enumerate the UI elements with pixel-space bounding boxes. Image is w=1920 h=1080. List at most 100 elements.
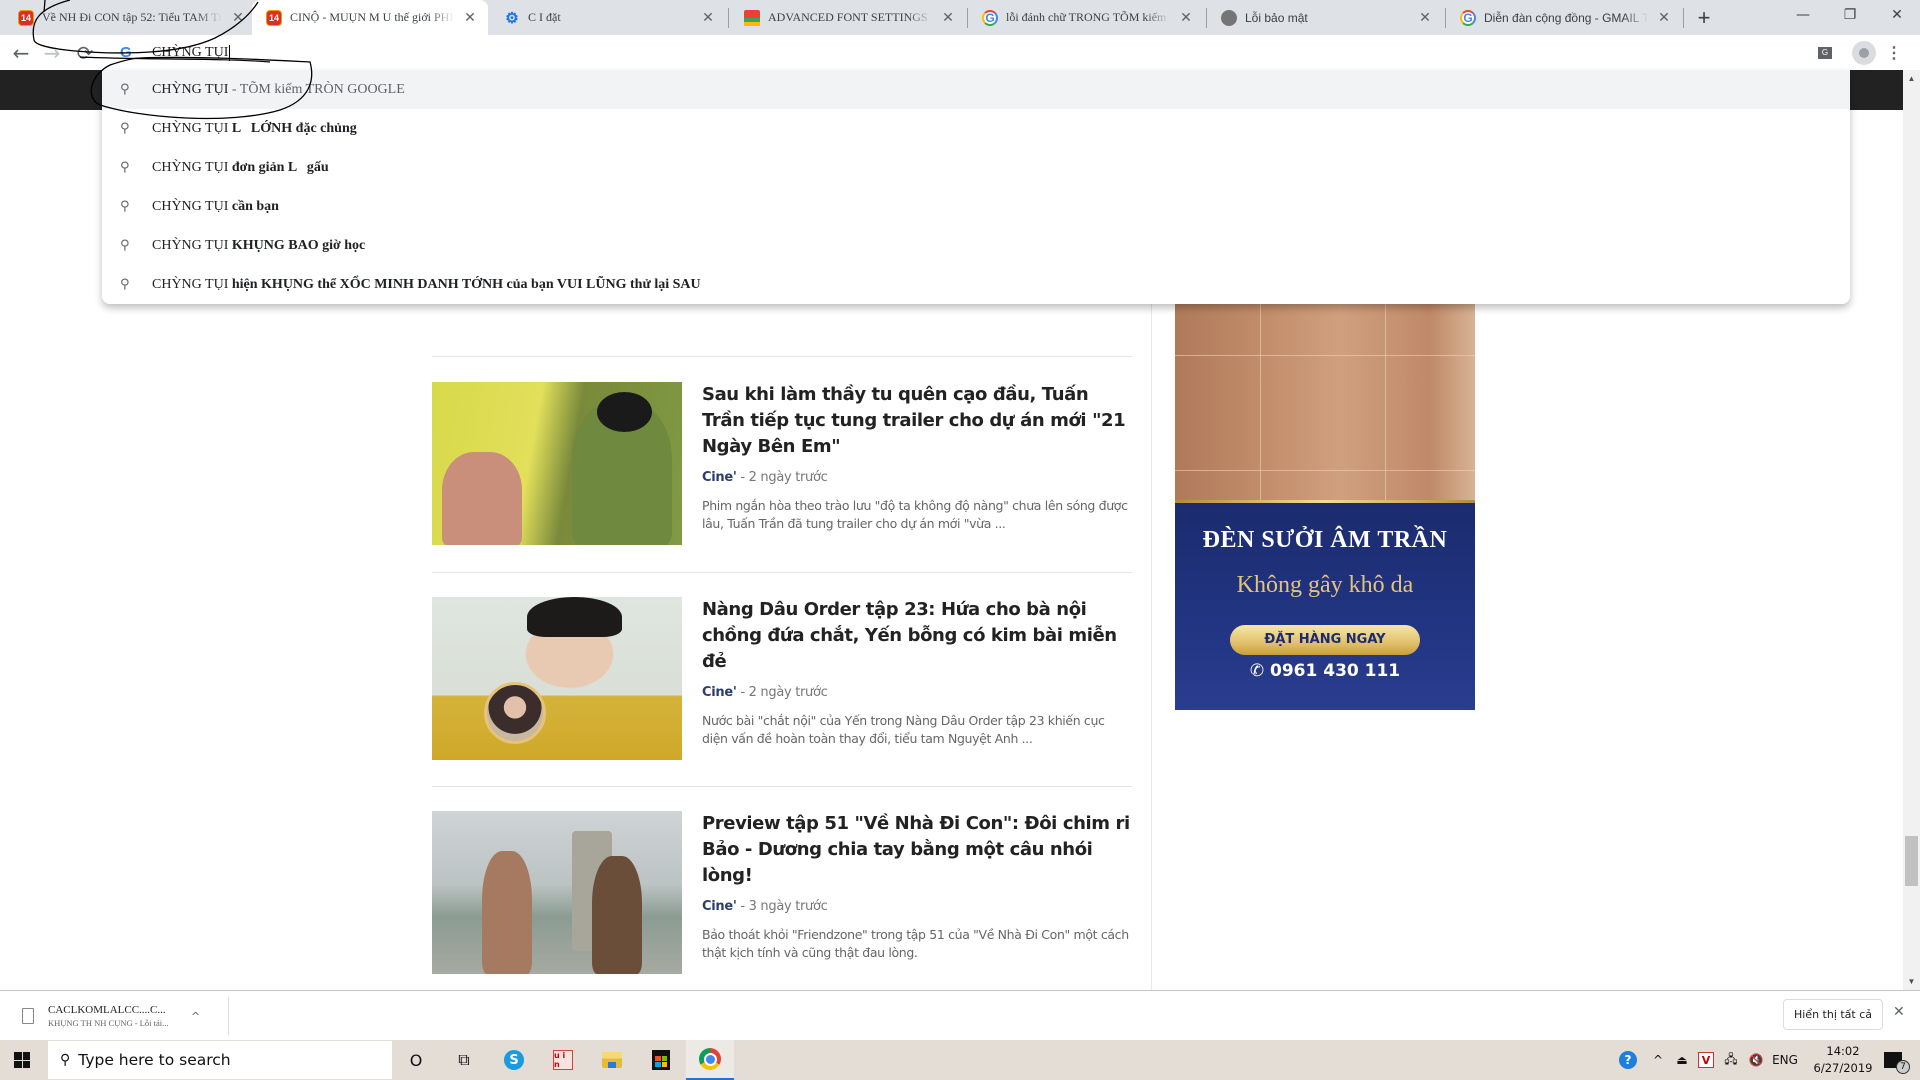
forward-button[interactable]: →	[38, 39, 66, 67]
page-scrollbar[interactable]: ▲ ▼	[1903, 70, 1920, 990]
article-item[interactable]: Preview tập 51 "Về Nhà Đi Con": Đôi chim…	[432, 811, 1132, 976]
article-category[interactable]: Cine'	[702, 470, 737, 485]
ad-order-button[interactable]: ĐẶT HÀNG NGAY	[1230, 625, 1420, 655]
profile-avatar[interactable]	[1852, 41, 1876, 65]
tab-google-search[interactable]: G lỗi đánh chữ TRONG TÕM kiếm TRỎ ✕	[968, 0, 1204, 35]
tab-gmail-community[interactable]: G Diễn đàn cộng đồng - GMAIL Trợ Gi ✕	[1446, 0, 1682, 35]
close-icon[interactable]: ✕	[700, 10, 716, 26]
microsoft-store-app[interactable]	[637, 1040, 685, 1080]
usb-icon[interactable]: ⏏	[1672, 1040, 1692, 1080]
ad-subtitle: Không gây khô da	[1236, 572, 1414, 598]
tab-ve-nha-di-con[interactable]: 14 Về NH Đi CON tập 52: Tiểu TAM Ti ✕	[4, 0, 256, 35]
file-icon	[22, 1008, 34, 1024]
suggestion-item[interactable]: ⚲ CHỲNG TỤI KHỤNG BAO giờ học	[102, 226, 1850, 265]
show-hidden-icons-chevron-icon[interactable]: ^	[1648, 1040, 1668, 1080]
article-thumbnail[interactable]	[432, 382, 682, 545]
windows-start-icon[interactable]	[14, 1052, 30, 1068]
article-thumbnail[interactable]	[432, 597, 682, 760]
article-category[interactable]: Cine'	[702, 685, 737, 700]
ad-phone-number: 0961 430 111	[1270, 661, 1401, 681]
show-all-downloads-button[interactable]: Hiển thị tất cả	[1783, 999, 1883, 1030]
article-title[interactable]: Nàng Dâu Order tập 23: Hứa cho bà nội ch…	[702, 597, 1132, 675]
article-thumbnail[interactable]	[432, 811, 682, 974]
chrome-app[interactable]	[686, 1040, 734, 1080]
article-meta: Cine' - 2 ngày trước	[702, 685, 1132, 700]
address-value: CHỲNG TỤI	[152, 44, 229, 60]
article-item[interactable]: Nàng Dâu Order tập 23: Hứa cho bà nội ch…	[432, 597, 1132, 762]
close-icon[interactable]: ✕	[940, 10, 956, 26]
language-indicator[interactable]: ENG	[1770, 1040, 1800, 1080]
article-item[interactable]: Sau khi làm thầy tu quên cạo đầu, Tuấn T…	[432, 382, 1132, 547]
unikey-app[interactable]: u i n	[539, 1040, 587, 1080]
menu-icon[interactable]: ⋮	[1886, 41, 1902, 65]
download-item[interactable]: CACLKOMLALCC....C... KHỤNG TH NH CỤNG - …	[14, 997, 229, 1035]
antivirus-tray[interactable]: V	[1696, 1040, 1716, 1080]
article-separator	[432, 356, 1132, 357]
article-title[interactable]: Preview tập 51 "Về Nhà Đi Con": Đôi chim…	[702, 811, 1132, 889]
download-bar: CACLKOMLALCC....C... KHỤNG TH NH CỤNG - …	[0, 990, 1920, 1040]
article-title[interactable]: Sau khi làm thầy tu quên cạo đầu, Tuấn T…	[702, 382, 1132, 460]
maximize-button[interactable]: ❐	[1827, 0, 1873, 30]
reload-button[interactable]: ⟳	[71, 39, 99, 67]
suggestion-item[interactable]: ⚲ CHỲNG TỤI hiện KHỤNG thể XỔC MINH DANH…	[102, 265, 1850, 304]
advertisement-banner[interactable]: ĐÈN SƯỞI ÂM TRẦN Không gây khô da ĐẶT HÀ…	[1175, 300, 1475, 710]
tab-settings[interactable]: ⚙ C I đặt ✕	[490, 0, 726, 35]
scroll-down-arrow-icon[interactable]: ▼	[1903, 973, 1920, 990]
file-explorer-app[interactable]	[588, 1040, 636, 1080]
screen: 14 Về NH Đi CON tập 52: Tiểu TAM Ti ✕ 14…	[0, 0, 1920, 1080]
tab-title: Diễn đàn cộng đồng - GMAIL Trợ Gi	[1484, 10, 1648, 25]
close-icon[interactable]: ✕	[1656, 10, 1672, 26]
new-tab-button[interactable]: +	[1692, 5, 1716, 30]
translate-icon[interactable]: G	[1814, 41, 1836, 65]
taskbar-search-box[interactable]: ⚲ Type here to search	[48, 1041, 392, 1079]
skype-app[interactable]: S	[490, 1040, 538, 1080]
google-icon: G	[120, 44, 132, 61]
cortana-icon[interactable]: O	[392, 1040, 440, 1080]
window-close-button[interactable]: ✕	[1874, 0, 1920, 30]
address-input[interactable]: CHỲNG TỤI	[152, 44, 231, 61]
tab-strip: 14 Về NH Đi CON tập 52: Tiểu TAM Ti ✕ 14…	[0, 0, 1920, 35]
ad-phone[interactable]: ✆ 0961 430 111	[1175, 661, 1475, 681]
action-center[interactable]: 7	[1878, 1040, 1910, 1080]
address-bar[interactable]: G CHỲNG TỤI	[102, 35, 1850, 70]
close-icon[interactable]: ✕	[1178, 10, 1194, 26]
article-category[interactable]: Cine'	[702, 899, 737, 914]
suggestion-suffix: cần bạn	[228, 198, 279, 214]
suggestion-item[interactable]: ⚲ CHỲNG TỤI đơn giản L gấu	[102, 148, 1850, 187]
article-meta: Cine' - 3 ngày trước	[702, 899, 1132, 914]
suggestion-item[interactable]: ⚲ CHỲNG TỤI L LỚNH đặc chủng	[102, 109, 1850, 148]
close-icon[interactable]: ✕	[230, 10, 246, 26]
browser-toolbar: ← → ⟳ G CHỲNG TỤI G ⋮	[0, 35, 1920, 70]
article-body: Nàng Dâu Order tập 23: Hứa cho bà nội ch…	[702, 597, 1132, 748]
scrollbar-thumb[interactable]	[1905, 836, 1918, 886]
suggestion-item[interactable]: ⚲ CHỲNG TỤI cần bạn	[102, 187, 1850, 226]
tab-security-error[interactable]: Lỗi bảo mật ✕	[1207, 0, 1443, 35]
tab-separator	[1683, 8, 1684, 28]
task-view-icon[interactable]: ⧉	[440, 1040, 488, 1080]
close-icon[interactable]: ✕	[462, 10, 478, 26]
tab-cine-active[interactable]: 14 CINỘ - MUỤN M U thế giới PHIM Ả ✕	[252, 0, 488, 35]
folder-icon	[602, 1052, 622, 1068]
clock-date: 6/27/2019	[1813, 1061, 1873, 1075]
notification-icon: 7	[1884, 1052, 1910, 1074]
minimize-button[interactable]: —	[1780, 0, 1826, 30]
network-icon[interactable]: 🖧	[1720, 1040, 1742, 1080]
scroll-up-arrow-icon[interactable]: ▲	[1903, 70, 1920, 87]
ad-title: ĐÈN SƯỞI ÂM TRẦN	[1202, 527, 1448, 553]
close-download-bar-icon[interactable]: ✕	[1893, 1004, 1905, 1020]
tile-line	[1260, 300, 1261, 500]
hair	[527, 597, 622, 637]
ad-panel: ĐÈN SƯỞI ÂM TRẦN Không gây khô da ĐẶT HÀ…	[1175, 503, 1475, 710]
chevron-up-icon[interactable]: ^	[191, 1010, 200, 1023]
close-icon[interactable]: ✕	[1417, 10, 1433, 26]
suggestion-item[interactable]: ⚲ CHỲNG TỤI - TÕM kiếm TRÒN GOOGLE	[102, 70, 1850, 109]
phone-icon: ✆	[1249, 661, 1265, 681]
clock[interactable]: 14:02 6/27/2019	[1808, 1040, 1878, 1080]
download-file-name: CACLKOMLALCC....C...	[48, 1004, 166, 1016]
back-button[interactable]: ←	[7, 39, 35, 67]
tab-advanced-font-settings[interactable]: ADVANCED FONT SETTINGS - CỬA ✕	[730, 0, 966, 35]
article-separator	[432, 786, 1132, 787]
help-tray[interactable]: ?	[1618, 1040, 1638, 1080]
volume-muted-icon[interactable]: 🔇	[1745, 1040, 1767, 1080]
ad-image	[1175, 300, 1475, 500]
